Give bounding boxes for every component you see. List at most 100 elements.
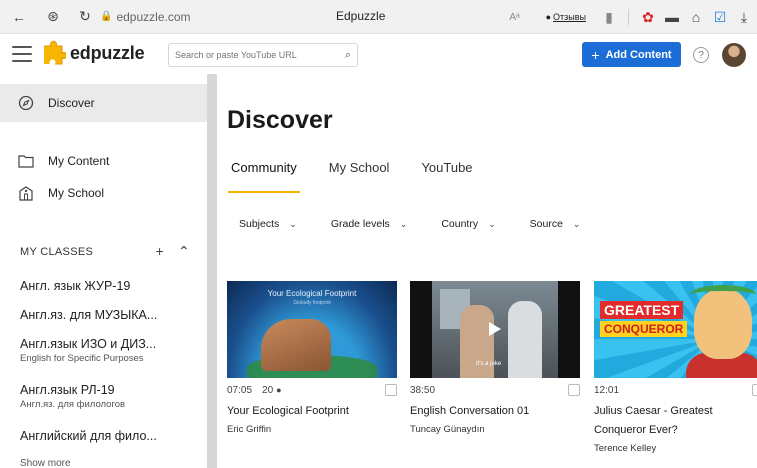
show-more-link[interactable]: Show more (20, 458, 71, 468)
person-shape (508, 301, 542, 378)
usage-count: 20 (262, 384, 274, 396)
chevron-down-icon: ⌄ (289, 218, 297, 229)
lock-icon: 🔒 (100, 11, 113, 22)
thumbnail-caption: It's a joke (476, 361, 502, 367)
download-icon[interactable]: ⤓ (733, 6, 755, 28)
app-header: edpuzzle ⌕ + Add Content ? (0, 34, 757, 74)
filter-label: Country (441, 218, 479, 230)
my-classes-label: MY CLASSES (20, 245, 94, 258)
class-item[interactable]: Англ.яз. для МУЗЫКА... (20, 308, 200, 322)
video-duration: 07:05 (227, 384, 253, 396)
extension-blue-icon[interactable]: ☑ (709, 6, 731, 28)
extension-shirt-icon[interactable]: ⌂ (685, 6, 707, 28)
tab-community[interactable]: Community (228, 160, 300, 193)
video-thumbnail[interactable]: Your Ecological Footprint Globally footp… (227, 281, 397, 378)
menu-icon[interactable] (12, 46, 32, 62)
filter-label: Source (529, 218, 563, 230)
add-content-button[interactable]: + Add Content (582, 42, 681, 67)
foot-shape (261, 319, 331, 371)
back-arrow-icon[interactable]: ← (8, 6, 30, 28)
reload-icon[interactable]: ↻ (74, 6, 96, 28)
video-duration: 12:01 (594, 384, 620, 396)
main-content: Discover Community My School YouTube Sub… (217, 74, 757, 468)
browser-shield-icon[interactable]: ⊛ (42, 6, 64, 28)
class-subtitle: Англ.яз. для филологов (20, 399, 126, 410)
video-thumbnail[interactable]: It's a joke (410, 281, 580, 378)
speech-bubble-icon: ● (545, 12, 552, 22)
usage-dot-icon: ● (276, 385, 282, 395)
help-icon[interactable]: ? (693, 47, 709, 63)
class-item[interactable]: Английский для фило... (20, 429, 200, 443)
add-class-icon[interactable]: + (155, 243, 163, 260)
video-meta: 38:50 (410, 378, 580, 402)
thumbnail-title: Your Ecological Footprint (267, 289, 357, 298)
chevron-up-icon[interactable]: ⌃ (178, 243, 190, 260)
thumbnail-badge: CONQUEROR (600, 321, 688, 337)
extension-red-icon[interactable]: ✿ (637, 6, 659, 28)
tab-youtube[interactable]: YouTube (421, 160, 472, 187)
url-text: edpuzzle.com (116, 9, 191, 24)
plus-icon: + (591, 46, 600, 63)
video-title[interactable]: Julius Caesar - Greatest Conqueror Ever? (594, 402, 744, 440)
search-icon[interactable]: ⌕ (345, 49, 351, 62)
sidebar-item-label: Discover (48, 96, 95, 110)
tab-my-school[interactable]: My School (329, 160, 390, 187)
video-author[interactable]: Terence Kelley (594, 443, 757, 454)
class-title: Англ.яз. для МУЗЫКА... (20, 308, 158, 322)
select-checkbox[interactable] (385, 384, 397, 396)
video-author[interactable]: Eric Griffin (227, 424, 397, 435)
filter-grade-levels[interactable]: Grade levels ⌄ (331, 218, 408, 230)
class-title: Англ.язык ИЗО и ДИЗ... (20, 337, 157, 351)
extension-hat-icon[interactable]: ▬ (661, 6, 683, 28)
video-meta: 12:01 (594, 378, 757, 402)
bookmark-icon[interactable]: ▮ (598, 6, 620, 28)
laurel-wreath-icon (690, 285, 756, 305)
edpuzzle-logo[interactable]: edpuzzle (40, 40, 145, 66)
avatar[interactable] (722, 43, 746, 67)
my-classes-heading: MY CLASSES + ⌃ (20, 243, 190, 260)
sidebar-item-my-school[interactable]: My School (0, 174, 207, 212)
sidebar-item-discover[interactable]: Discover (0, 84, 207, 122)
chevron-down-icon: ⌄ (488, 218, 496, 229)
filter-country[interactable]: Country ⌄ (441, 218, 495, 230)
class-title: Английский для фило... (20, 429, 157, 443)
feedback-label: Отзывы (553, 12, 586, 22)
video-card[interactable]: GREATEST CONQUEROR 12:01 Julius Caesar -… (594, 281, 757, 454)
video-card[interactable]: Your Ecological Footprint Globally footp… (227, 281, 397, 435)
filter-subjects[interactable]: Subjects ⌄ (239, 218, 297, 230)
sidebar-item-label: My Content (48, 154, 110, 168)
chevron-down-icon: ⌄ (399, 218, 408, 229)
class-title: Англ. язык ЖУР-19 (20, 279, 131, 293)
search-box[interactable]: ⌕ (168, 43, 358, 67)
video-card[interactable]: It's a joke 38:50 English Conversation 0… (410, 281, 580, 435)
discover-tabs: Community My School YouTube (228, 160, 505, 193)
address-bar[interactable]: 🔒 edpuzzle.com (100, 10, 191, 24)
add-content-label: Add Content (605, 48, 672, 61)
video-meta: 07:05 20 ● (227, 378, 397, 402)
video-duration: 38:50 (410, 384, 436, 396)
class-item[interactable]: Англ.язык ИЗО и ДИЗ... English for Speci… (20, 337, 200, 364)
video-author[interactable]: Tuncay Günaydın (410, 424, 580, 435)
puzzle-logo-icon (44, 40, 66, 65)
video-title[interactable]: English Conversation 01 (410, 402, 580, 421)
browser-toolbar: ← ⊛ ↻ 🔒 edpuzzle.com Edpuzzle Aᵃ ● Отзыв… (0, 0, 757, 34)
class-item[interactable]: Англ.язык РЛ-19 Англ.яз. для филологов (20, 383, 200, 410)
video-thumbnail[interactable]: GREATEST CONQUEROR (594, 281, 757, 378)
select-checkbox[interactable] (568, 384, 580, 396)
filter-source[interactable]: Source ⌄ (530, 218, 581, 230)
thumbnail-badge: GREATEST (600, 301, 684, 319)
search-input[interactable] (175, 50, 325, 60)
play-icon[interactable] (489, 322, 501, 336)
page-title: Discover (227, 106, 333, 134)
class-subtitle: English for Specific Purposes (20, 353, 144, 364)
sidebar-scrollbar[interactable] (207, 74, 217, 468)
video-title[interactable]: Your Ecological Footprint (227, 402, 397, 421)
filter-label: Subjects (239, 218, 280, 230)
chevron-down-icon: ⌄ (572, 218, 581, 229)
sidebar-item-label: My School (48, 186, 105, 200)
feedback-button[interactable]: ● Отзывы (546, 12, 586, 22)
school-icon (18, 185, 34, 201)
select-checkbox[interactable] (752, 384, 757, 396)
translate-icon[interactable]: Aᵃ (504, 6, 526, 28)
class-item[interactable]: Англ. язык ЖУР-19 (20, 279, 200, 293)
